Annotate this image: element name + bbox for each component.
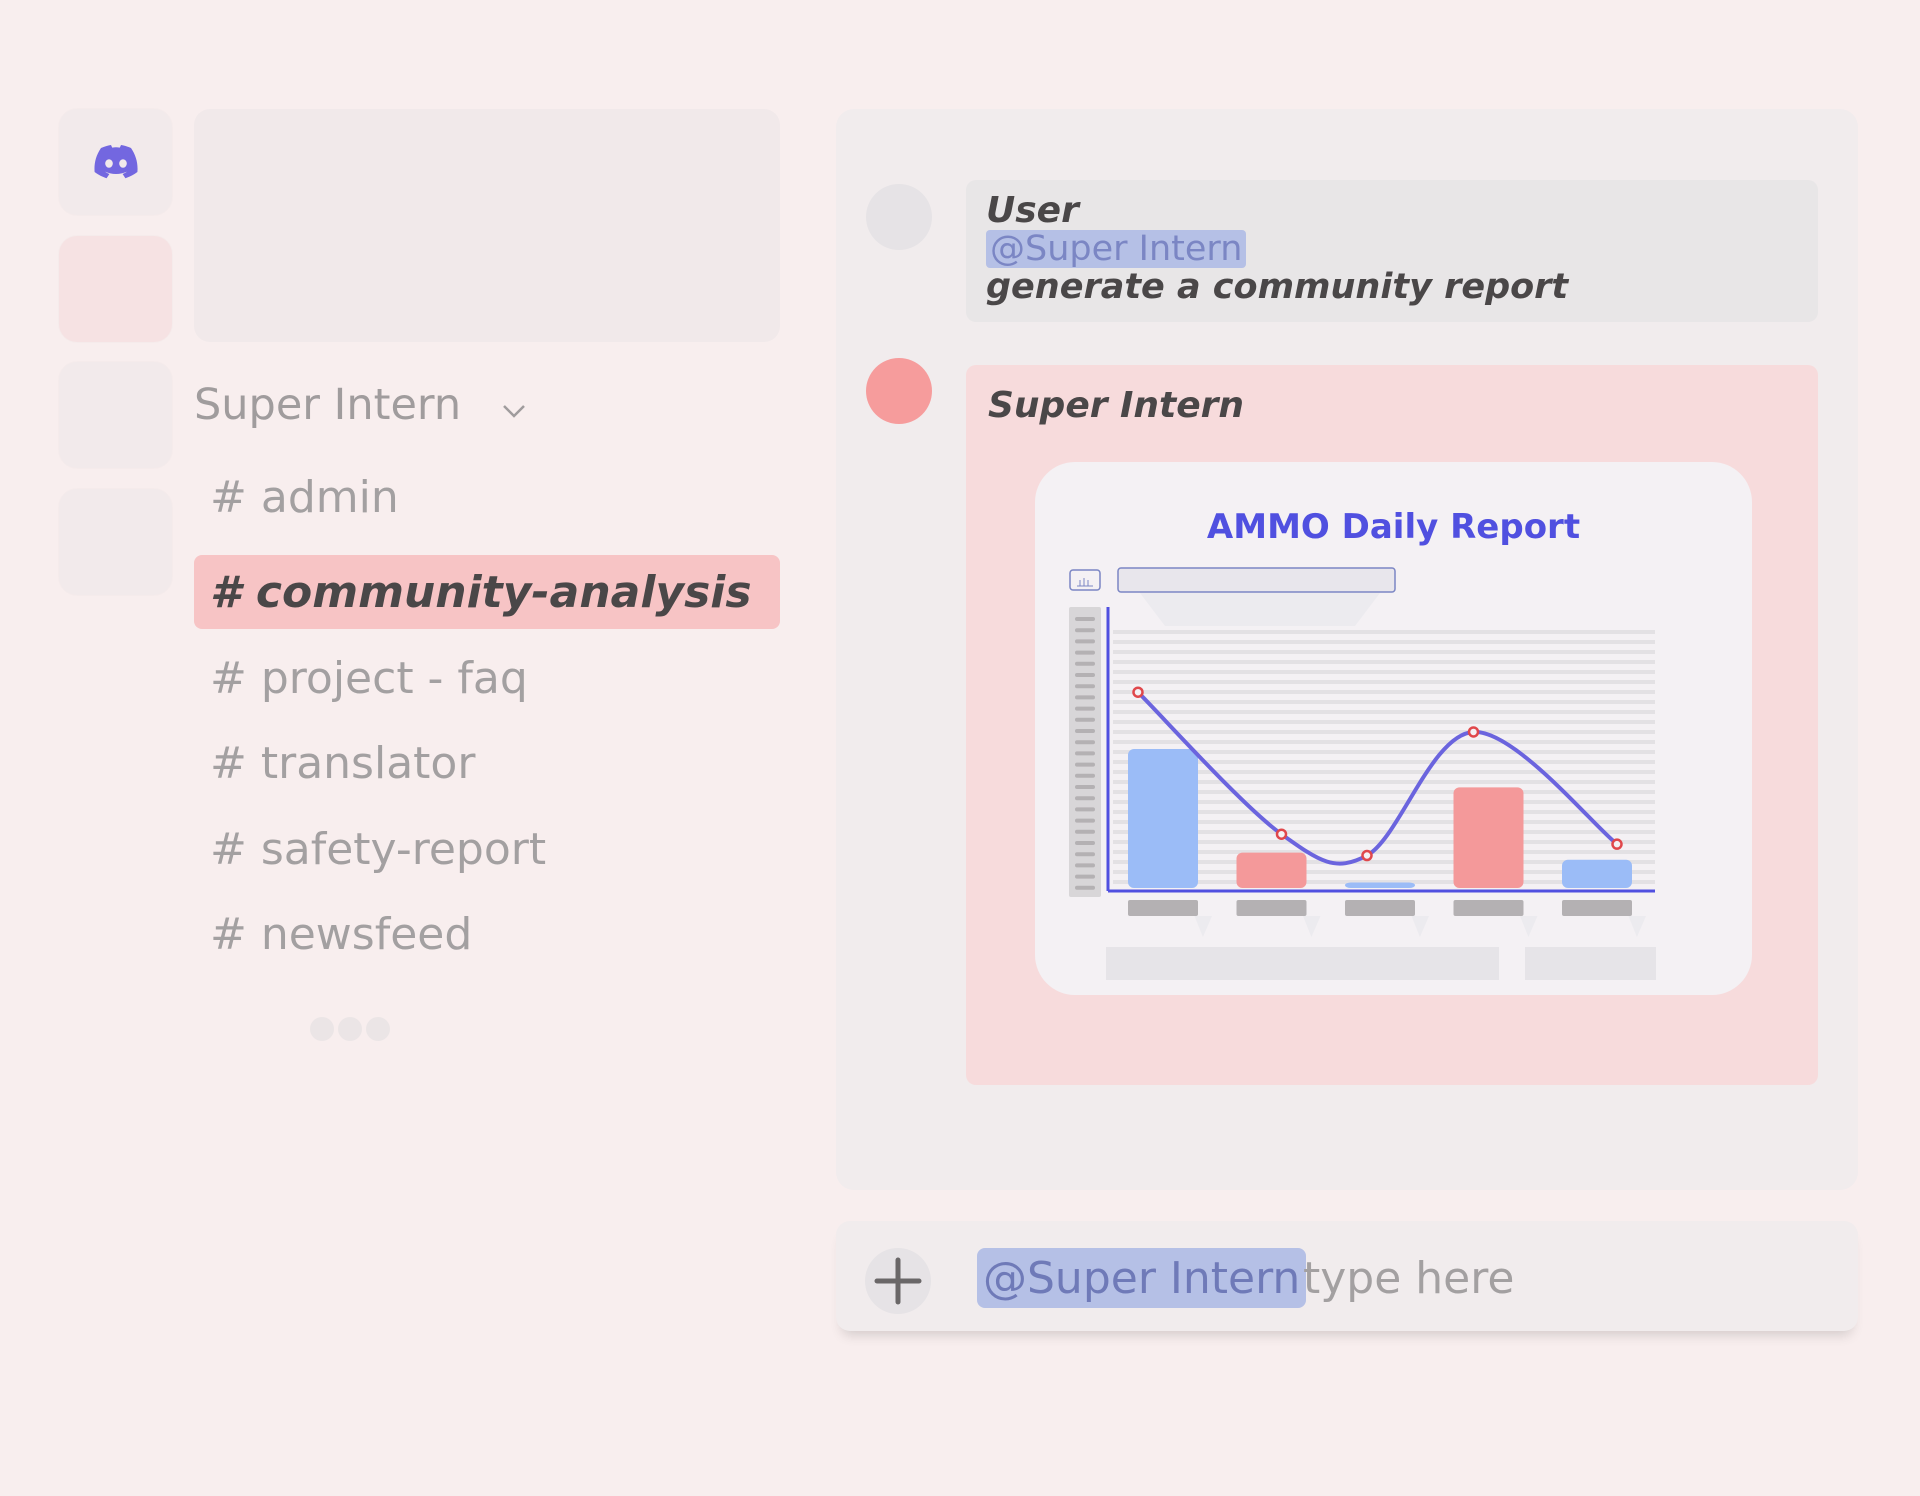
channel-safety-report[interactable]: # safety-report: [194, 812, 780, 886]
channel-community-analysis[interactable]: # community-analysis: [194, 555, 780, 629]
y-tick: [1075, 740, 1095, 745]
x-label-pointer: [1194, 916, 1212, 937]
bar: [1345, 882, 1415, 888]
discord-logo-icon: [93, 145, 138, 179]
channel-newsfeed[interactable]: # newsfeed: [194, 897, 780, 971]
y-tick: [1075, 729, 1095, 733]
channel-translator[interactable]: # translator: [194, 726, 780, 800]
dot: [310, 1017, 334, 1041]
report-attachment[interactable]: AMMO Daily Report: [1035, 462, 1752, 995]
x-tick-label: [1453, 900, 1524, 916]
more-channels-icon[interactable]: [310, 1017, 390, 1041]
y-tick: [1075, 751, 1095, 756]
bot-message: Super Intern AMMO Daily Report: [966, 365, 1818, 1085]
channel-admin[interactable]: # admin: [194, 460, 780, 534]
message-author: Super Intern: [988, 385, 1245, 426]
x-label-pointer: [1628, 916, 1646, 937]
bar: [1453, 787, 1524, 888]
y-tick: [1075, 695, 1095, 700]
y-tick: [1075, 874, 1095, 879]
data-point: [1361, 849, 1373, 862]
y-tick: [1075, 773, 1095, 778]
channel-label: # safety-report: [210, 823, 547, 875]
message-input[interactable]: type here: [1303, 1253, 1514, 1304]
message-text: generate a community report: [986, 267, 1569, 307]
y-tick: [1075, 818, 1095, 823]
chart-footer-left: [1106, 947, 1499, 980]
chart-type-icon: [1069, 569, 1101, 591]
user-avatar[interactable]: [866, 184, 932, 250]
bar: [1236, 852, 1307, 888]
channel-label: # project - faq: [210, 652, 528, 704]
y-tick: [1075, 650, 1095, 655]
plus-icon: [874, 1257, 922, 1305]
channel-label: # admin: [210, 471, 399, 523]
y-tick: [1075, 717, 1095, 722]
channel-label: # translator: [210, 737, 476, 789]
server-icon-3[interactable]: [59, 362, 172, 468]
bot-avatar[interactable]: [866, 358, 932, 424]
dot: [366, 1017, 390, 1041]
y-tick: [1075, 841, 1095, 845]
chart-search-field: [1117, 567, 1396, 593]
chart-footer-right: [1525, 947, 1656, 980]
channel-label: # newsfeed: [210, 908, 473, 960]
y-tick: [1075, 661, 1095, 666]
y-tick: [1075, 617, 1095, 621]
x-tick-label: [1236, 900, 1307, 916]
add-attachment-button[interactable]: [865, 1248, 931, 1314]
composer-mention-tag[interactable]: @Super Intern: [977, 1248, 1307, 1308]
server-banner: [194, 109, 780, 342]
server-icon-2[interactable]: [59, 236, 172, 342]
x-tick-label: [1345, 900, 1415, 916]
user-message: User @Super Intern generate a community …: [966, 180, 1818, 322]
y-tick: [1075, 807, 1095, 812]
bar: [1128, 749, 1198, 888]
app-window: Super Intern # admin # community-analysi…: [0, 0, 1920, 1496]
y-tick: [1075, 673, 1095, 677]
x-label-pointer: [1520, 916, 1538, 937]
server-discord[interactable]: [59, 109, 172, 215]
channel-label: # community-analysis: [210, 566, 752, 618]
message-author: User: [986, 190, 1079, 231]
data-point: [1275, 828, 1288, 840]
server-name: Super Intern: [194, 380, 462, 430]
y-tick: [1075, 639, 1095, 644]
y-tick: [1075, 852, 1095, 857]
y-tick: [1075, 796, 1095, 801]
y-tick: [1075, 706, 1095, 711]
y-tick: [1075, 885, 1095, 890]
chevron-down-icon: [503, 405, 525, 418]
channel-project-faq[interactable]: # project - faq: [194, 641, 780, 715]
x-tick-label: [1128, 900, 1198, 916]
report-chart: [1069, 567, 1656, 980]
y-tick: [1075, 628, 1095, 633]
x-label-pointer: [1303, 916, 1321, 937]
y-tick: [1075, 863, 1095, 868]
data-point: [1467, 726, 1480, 738]
y-tick: [1075, 684, 1095, 689]
series-line: [1136, 690, 1619, 866]
y-tick: [1075, 762, 1095, 767]
dot: [338, 1017, 362, 1041]
bar: [1562, 859, 1632, 888]
server-icon-4[interactable]: [59, 489, 172, 595]
y-tick: [1075, 785, 1095, 789]
x-tick-label: [1562, 900, 1632, 916]
y-tick: [1075, 829, 1095, 834]
server-name-header[interactable]: Super Intern: [194, 380, 527, 430]
data-point: [1611, 838, 1623, 850]
data-point: [1132, 686, 1144, 698]
mention-tag[interactable]: @Super Intern: [986, 230, 1247, 268]
x-label-pointer: [1411, 916, 1429, 937]
message-composer[interactable]: @Super Intern type here: [836, 1221, 1858, 1331]
